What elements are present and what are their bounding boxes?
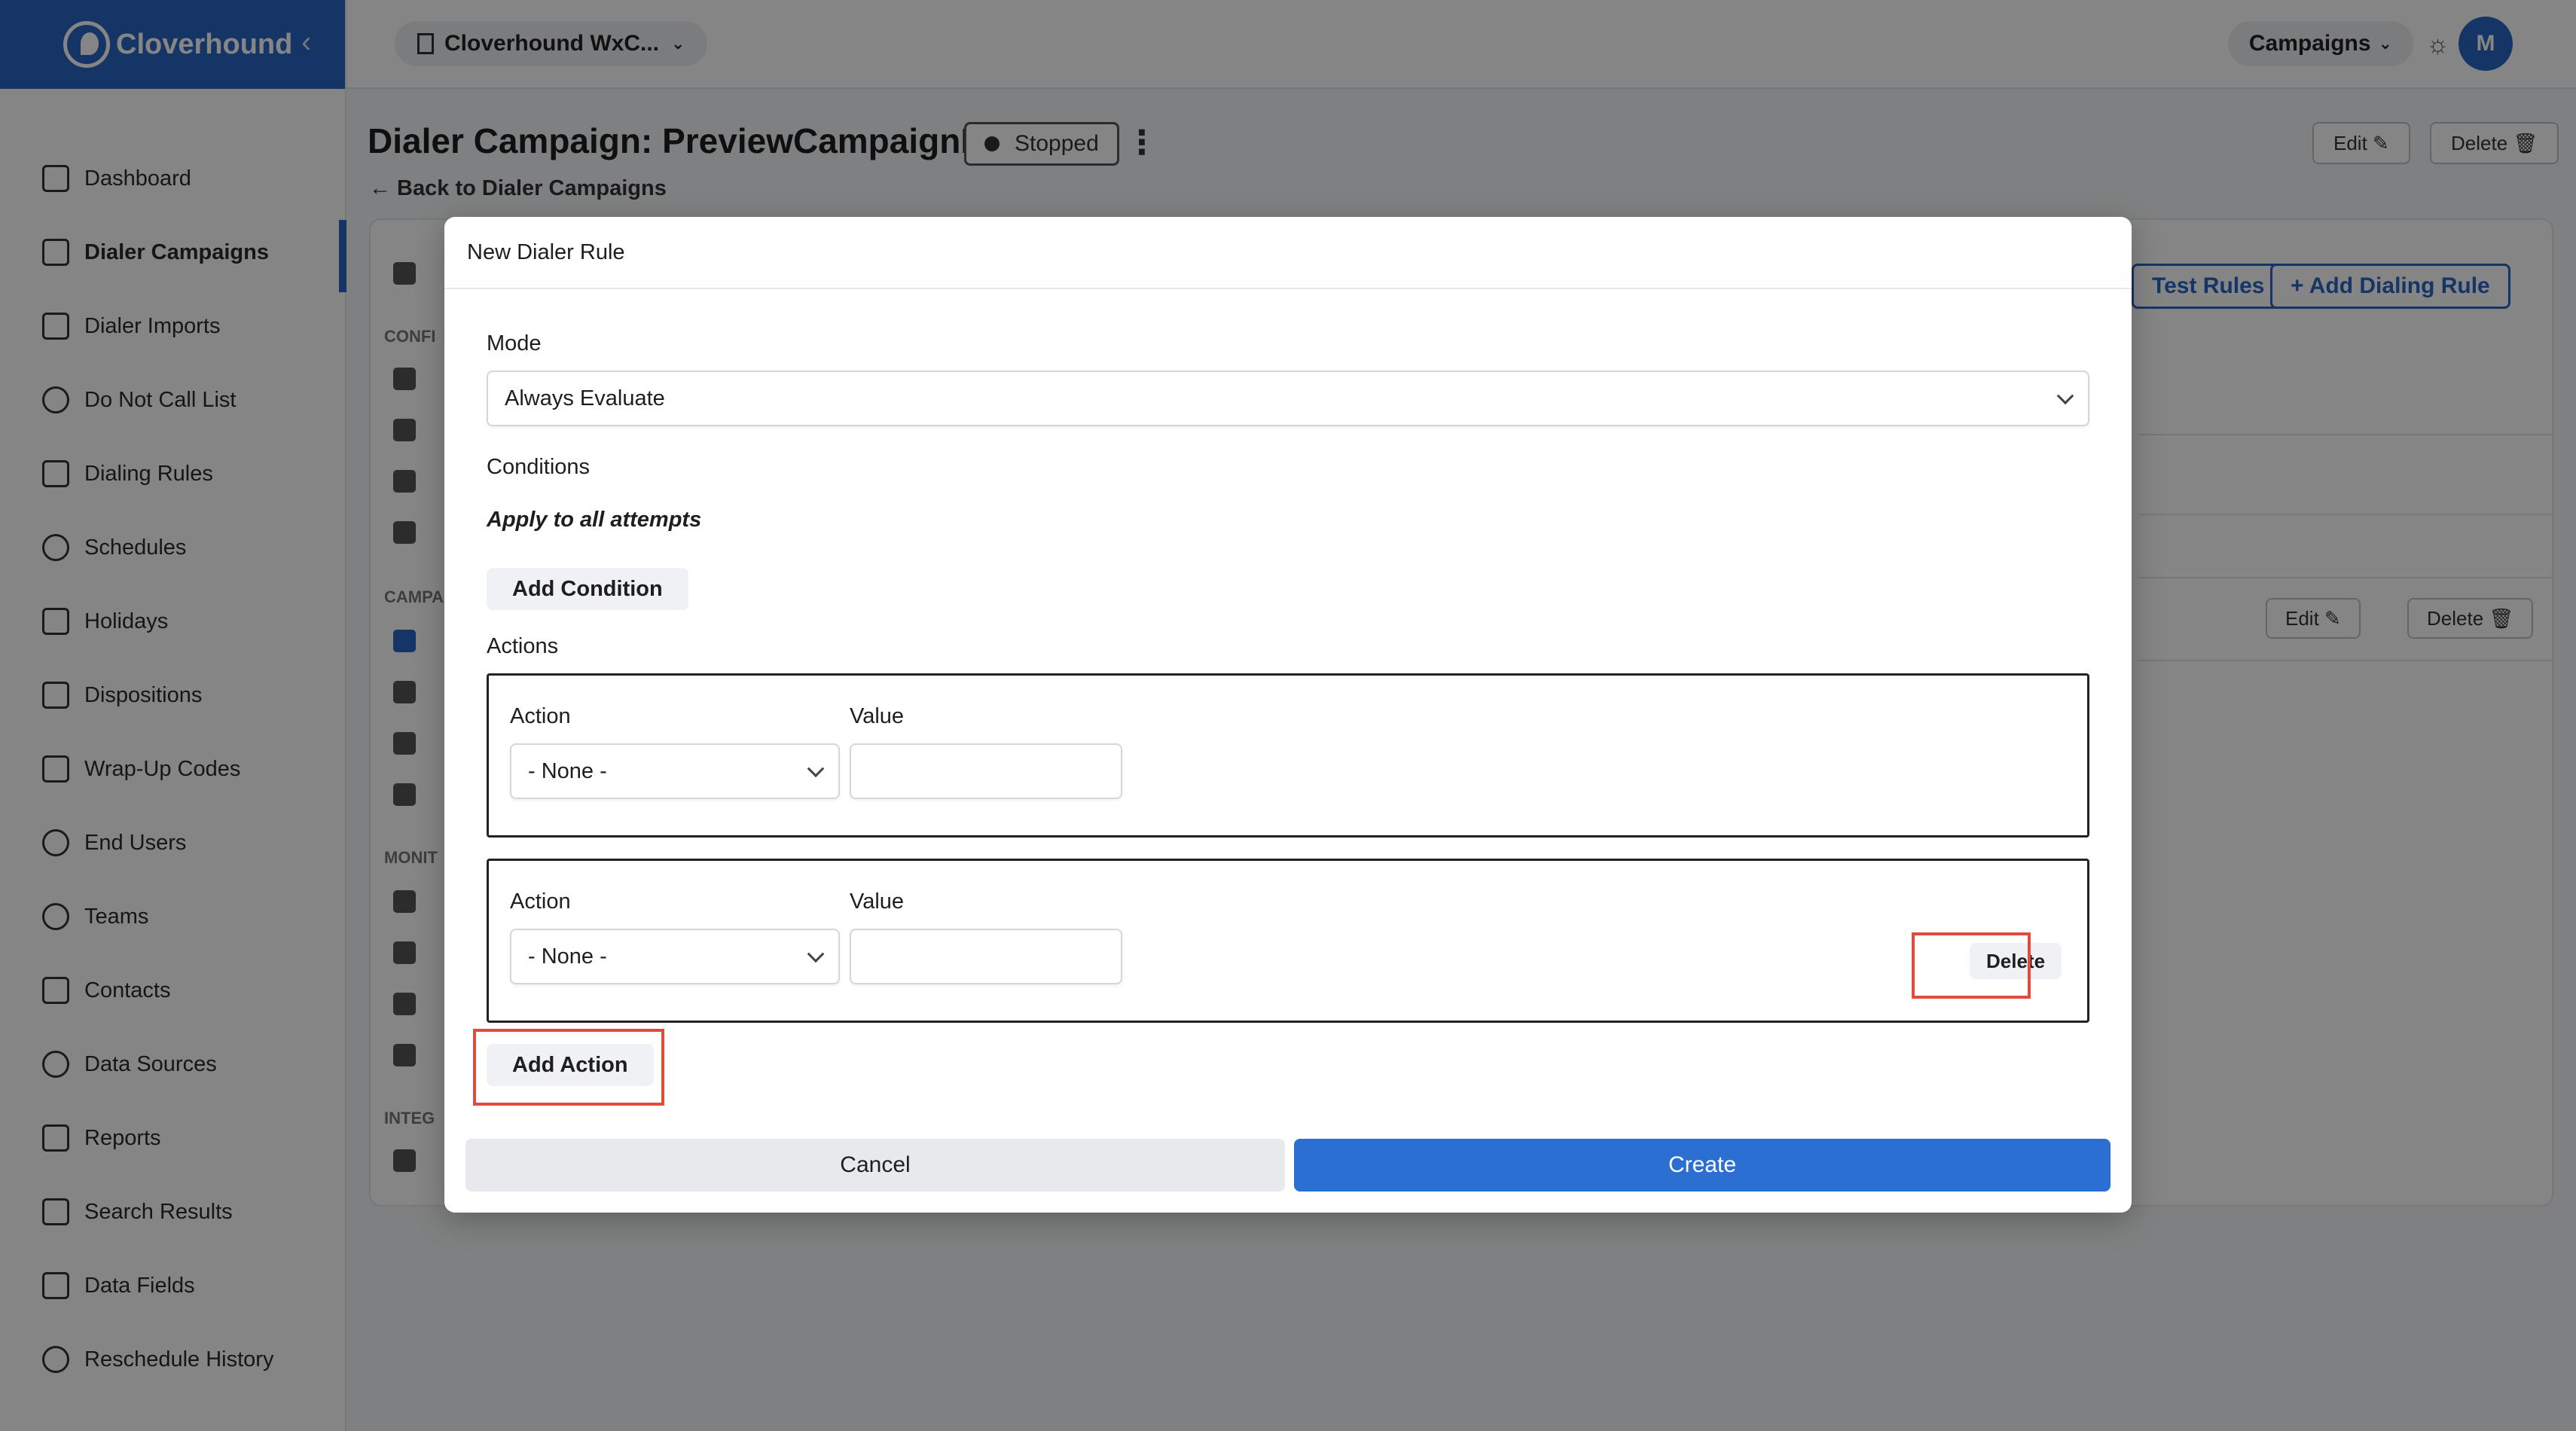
chevron-down-icon xyxy=(2056,387,2074,405)
conditions-summary: Apply to all attempts xyxy=(487,508,702,532)
mode-label: Mode xyxy=(487,331,542,355)
chevron-down-icon xyxy=(807,760,825,778)
value-field-label: Value xyxy=(850,889,905,914)
highlight-box xyxy=(473,1029,664,1106)
value-field-label: Value xyxy=(850,704,905,728)
create-button[interactable]: Create xyxy=(1294,1139,2111,1191)
value-input[interactable] xyxy=(850,929,1122,984)
chevron-down-icon xyxy=(807,945,825,963)
action-row: Action Value - None - xyxy=(487,673,2089,838)
modal-title: New Dialer Rule xyxy=(467,240,625,264)
cancel-button[interactable]: Cancel xyxy=(465,1139,1285,1191)
conditions-label: Conditions xyxy=(487,455,591,479)
value-input[interactable] xyxy=(850,743,1122,799)
action-field-label: Action xyxy=(510,704,571,728)
actions-label: Actions xyxy=(487,634,559,658)
action-select[interactable]: - None - xyxy=(510,929,840,984)
action-field-label: Action xyxy=(510,889,571,914)
action-row: Action Value - None - Delete xyxy=(487,859,2089,1023)
action-select-value: - None - xyxy=(528,758,607,783)
mode-select[interactable]: Always Evaluate xyxy=(487,371,2089,426)
add-condition-button[interactable]: Add Condition xyxy=(487,568,688,610)
action-select-value: - None - xyxy=(528,944,607,969)
mode-select-value: Always Evaluate xyxy=(505,386,665,410)
highlight-box xyxy=(1912,932,2031,999)
action-select[interactable]: - None - xyxy=(510,743,840,799)
new-dialer-rule-modal: New Dialer Rule Mode Always Evaluate Con… xyxy=(444,217,2132,1213)
modal-header: New Dialer Rule xyxy=(444,217,2132,289)
